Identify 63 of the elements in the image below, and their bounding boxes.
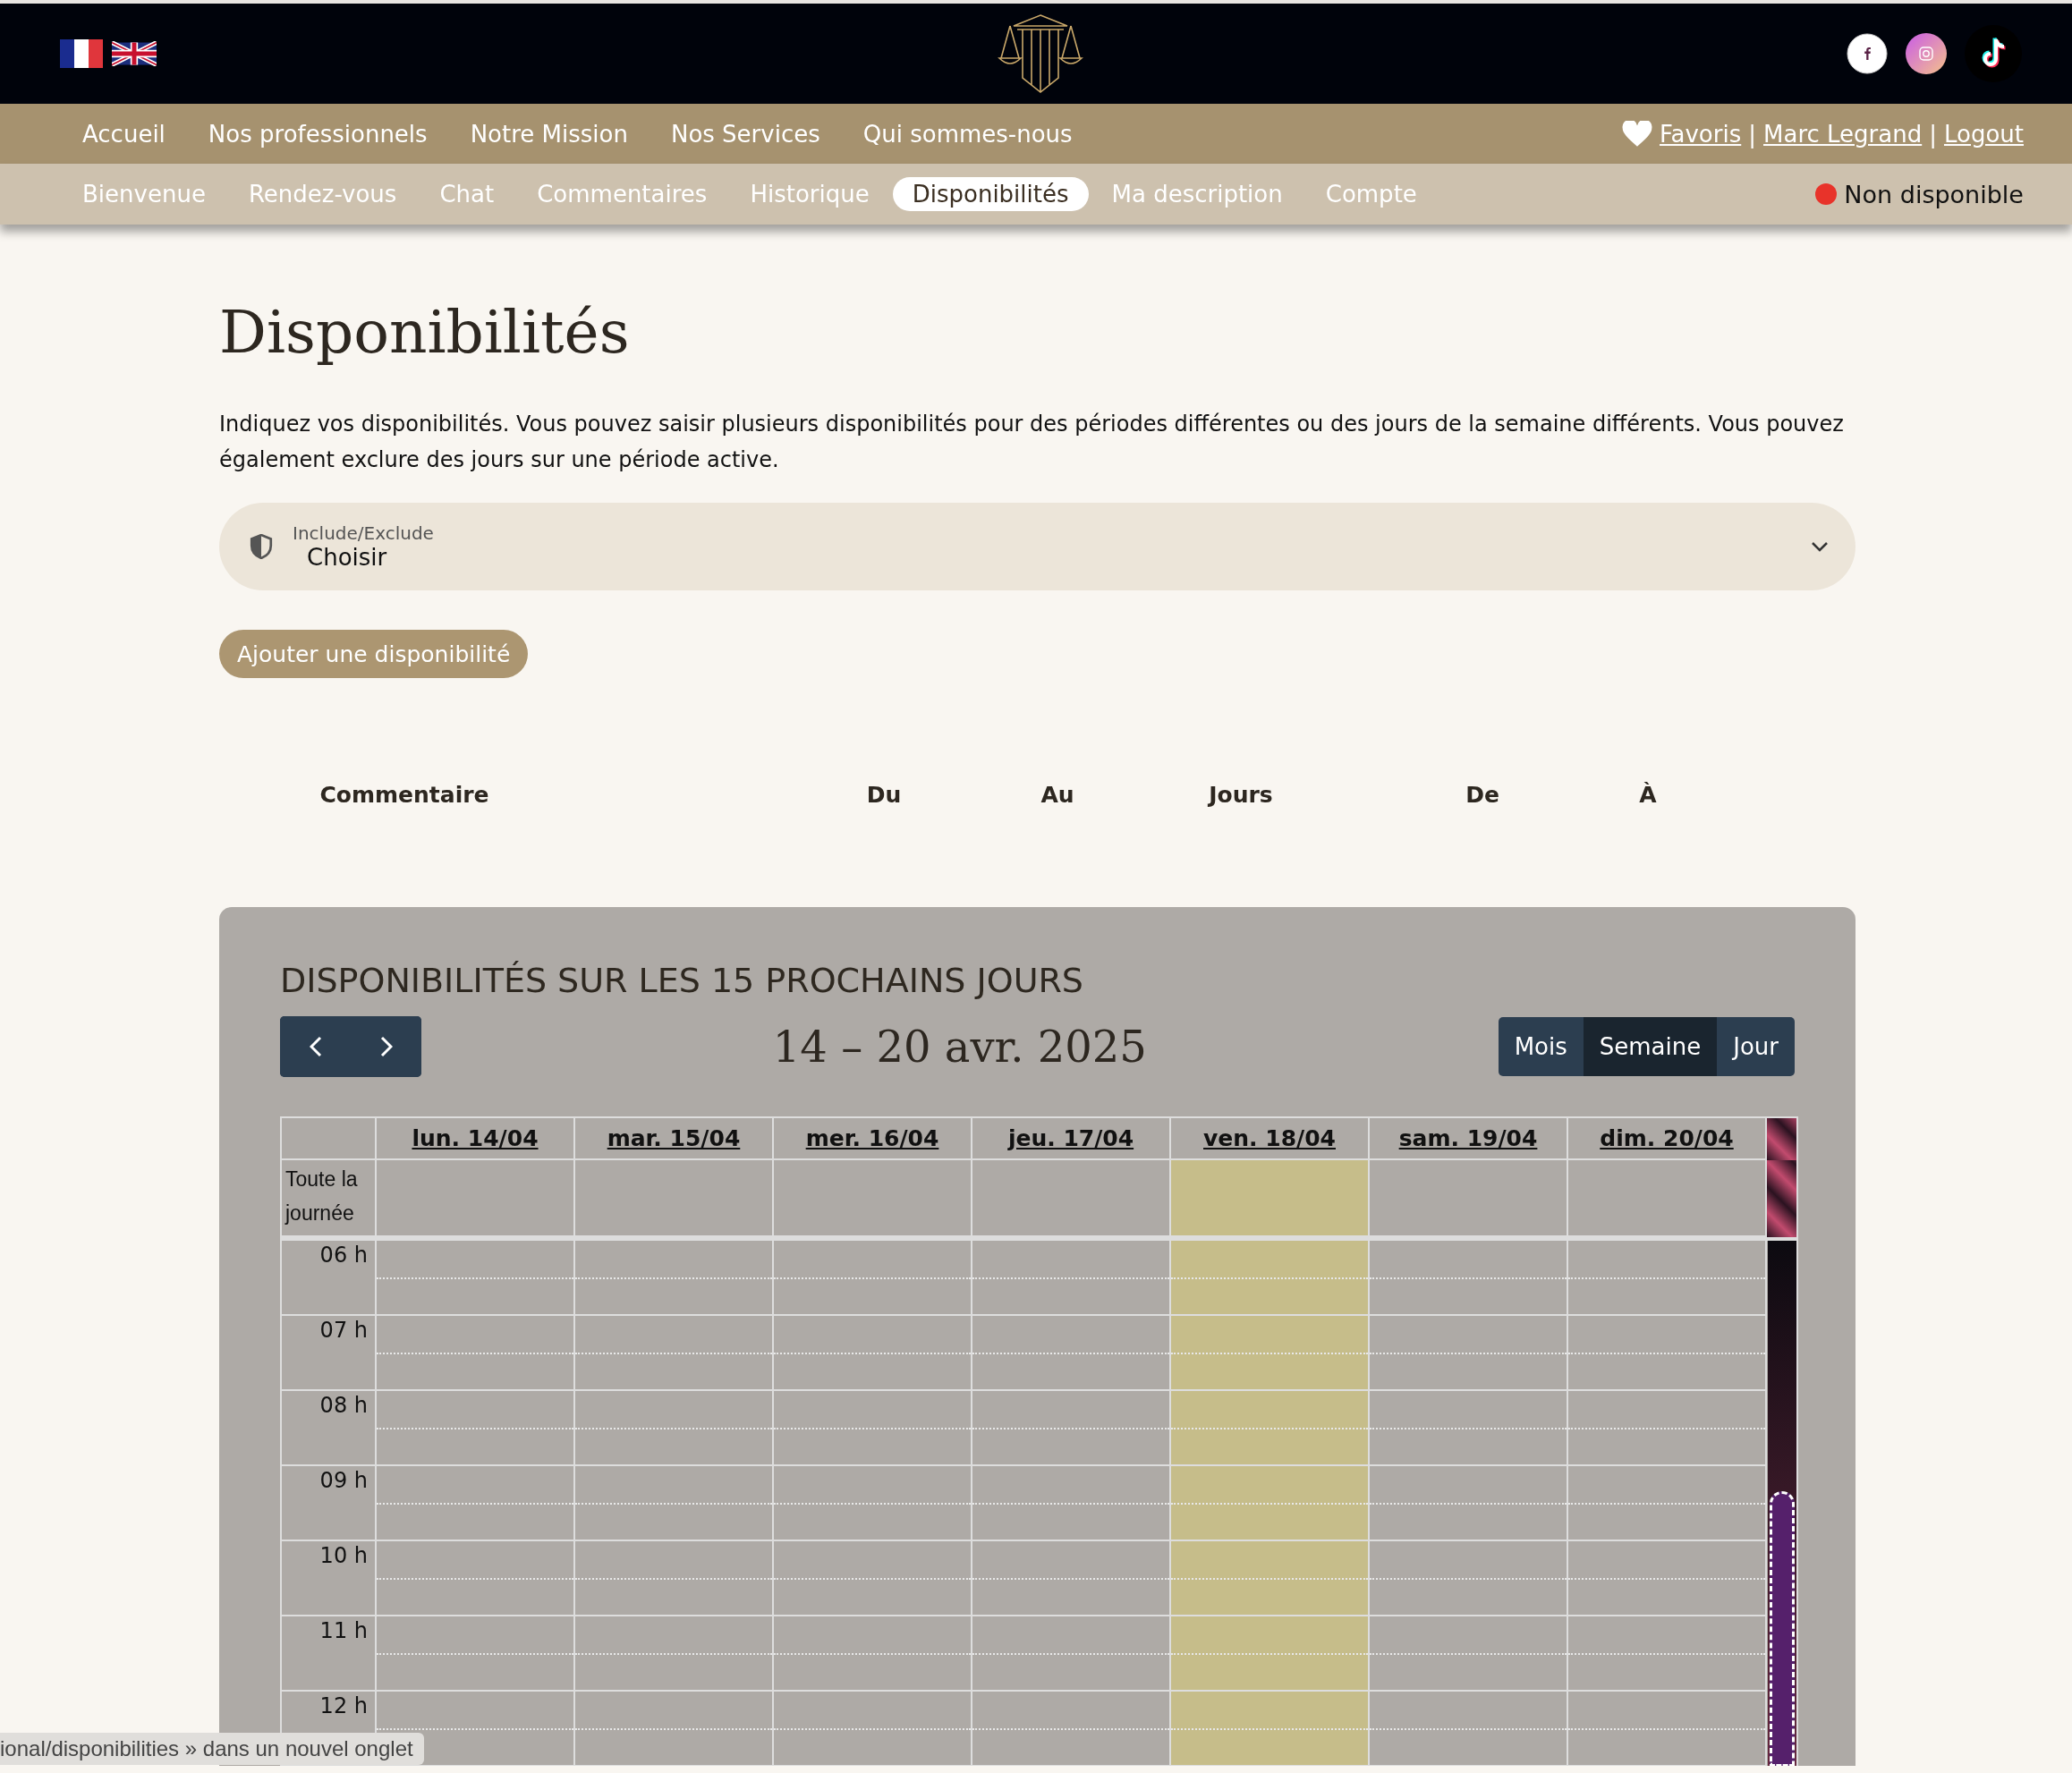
user-link[interactable]: Logout [1943,120,2024,148]
shield-icon [250,534,273,559]
chevron-left-icon [309,1036,322,1057]
add-availability-button[interactable]: Ajouter une disponibilité [219,630,529,678]
view-button[interactable]: Semaine [1583,1017,1718,1076]
select-label: Include/Exclude [293,522,435,544]
hour-label: 06 h [318,1242,369,1268]
intro-text: Indiquez vos disponibilités. Vous pouvez saisir plusieurs disponibilités pour des périodes différentes ou des jours de la semaine différents. Vous pouvez également exclure des jours sur une période active. [219,411,1845,474]
sub-nav-tab[interactable]: Ma description [1091,177,1303,211]
hour-label: 10 h [318,1542,369,1568]
sub-nav-tab[interactable]: Chat [420,177,514,211]
select-value: Choisir [307,544,388,571]
view-button[interactable]: Mois [1498,1017,1584,1076]
sub-nav-tab[interactable]: Compte [1305,177,1437,211]
column-header: Jours [1209,782,1273,808]
column-scales-logo[interactable] [997,13,1083,94]
chevron-right-icon [379,1036,393,1057]
day-header-link[interactable]: lun. 14/04 [412,1125,539,1151]
heart-icon[interactable] [1622,120,1652,148]
day-header-link[interactable]: mar. 15/04 [607,1125,741,1151]
nav-link[interactable]: Qui sommes-nous [862,120,1073,148]
day-header-link[interactable]: ven. 18/04 [1203,1125,1336,1151]
status-label: Non disponible [1844,180,2024,208]
facebook-icon[interactable] [1847,33,1888,74]
all-day-label: Toute la journée [284,1166,359,1226]
column-header: Du [866,782,902,808]
sub-nav-tab[interactable]: Bienvenue [63,177,225,211]
sub-nav-tab[interactable]: Rendez-vous [228,177,417,211]
page-title: Disponibilités [219,298,631,367]
column-header: Au [1040,782,1074,808]
french-flag-icon[interactable] [58,39,105,68]
separator: | [1929,120,1937,148]
column-header: À [1639,782,1657,808]
day-header-link[interactable]: jeu. 17/04 [1007,1125,1134,1151]
include-exclude-select[interactable]: Include/Exclude Choisir [219,503,1855,590]
nav-link[interactable]: Accueil [82,120,166,148]
day-header-link[interactable]: dim. 20/04 [1600,1125,1734,1151]
nav-link[interactable]: Notre Mission [470,120,628,148]
separator: | [1748,120,1756,148]
nav-link[interactable]: Nos professionnels [208,120,428,148]
link-status-tooltip: ional/disponibilities » dans un nouvel onglet [0,1733,424,1765]
instagram-icon[interactable] [1906,33,1947,74]
view-button[interactable]: Jour [1717,1017,1795,1076]
british-flag-icon[interactable] [112,41,157,66]
hour-label: 07 h [318,1317,369,1343]
favorites-link[interactable]: Favoris [1660,120,1742,148]
chevron-down-icon [1811,541,1829,552]
hour-label: 11 h [318,1617,369,1643]
day-header-link[interactable]: mer. 16/04 [805,1125,939,1151]
sub-nav-tab[interactable]: Disponibilités [892,177,1089,211]
sub-nav-tab[interactable]: Commentaires [517,177,727,211]
nav-link[interactable]: Nos Services [670,120,820,148]
column-header: Commentaire [319,782,489,808]
date-range: 14 – 20 avr. 2025 [772,1022,1147,1072]
sub-nav-tab[interactable]: Historique [730,177,889,211]
calendar-title: DISPONIBILITÉS SUR LES 15 PROCHAINS JOURS [280,961,1084,1000]
day-header-link[interactable]: sam. 19/04 [1398,1125,1538,1151]
hour-label: 12 h [318,1692,369,1718]
tiktok-icon[interactable] [1965,25,2022,82]
hour-label: 08 h [318,1392,369,1418]
hour-label: 09 h [318,1467,369,1493]
column-header: De [1465,782,1499,808]
user-link[interactable]: Marc Legrand [1763,120,1923,148]
